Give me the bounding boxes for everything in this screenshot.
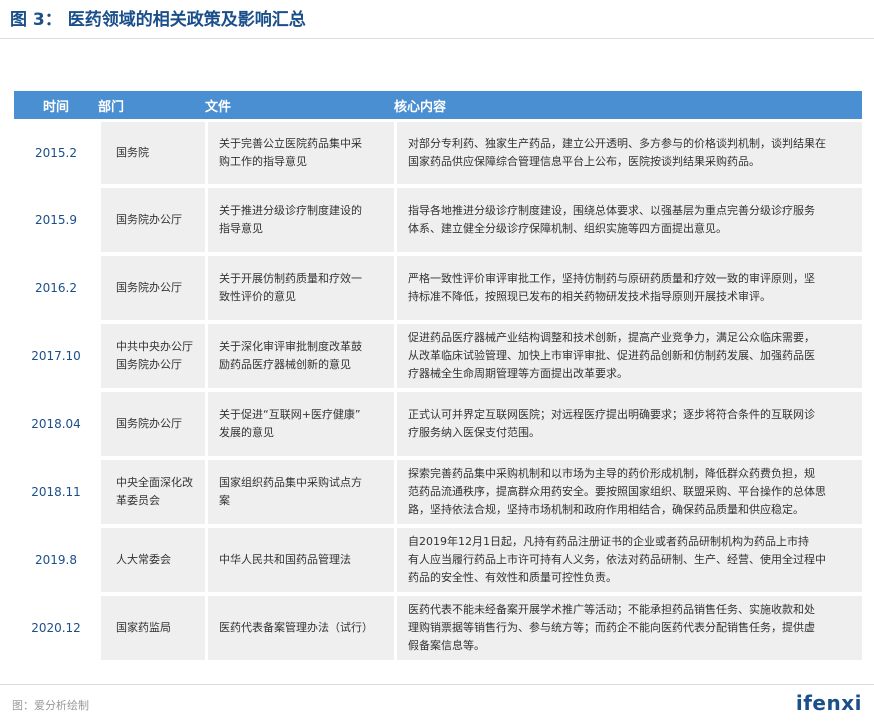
- cell-dept: 国务院办公厅: [101, 392, 205, 456]
- cell-doc-text: 关于开展仿制药质量和疗效一 致性评价的意见: [219, 272, 362, 303]
- source-note: 图：爱分析绘制: [12, 699, 89, 712]
- table-row: 2018.11 中央全面深化改 革委员会 国家组织药品集中采购试点方 案 探索完善药品…: [14, 460, 862, 524]
- header-time: 时间: [42, 99, 69, 115]
- cell-doc: 关于完善公立医院药品集中采 购工作的指导意见: [208, 122, 394, 184]
- figure-title-text: 医药领域的相关政策及影响汇总: [67, 10, 306, 30]
- cell-time-text: 2017.10: [31, 349, 81, 363]
- cell-core: 指导各地推进分级诊疗制度建设，围绕总体要求、以强基层为重点完善分级诊疗服务 体系…: [397, 188, 862, 252]
- cell-core-text: 自2019年12月1日起，凡持有药品注册证书的企业或者药品研制机构为药品上市持 …: [408, 535, 826, 584]
- footer-divider: [0, 684, 874, 685]
- cell-doc: 中华人民共和国药品管理法: [208, 528, 394, 592]
- cell-core-text: 探索完善药品集中采购机制和以市场为主导的药价形成机制，降低群众药费负担，规 范药…: [408, 467, 826, 516]
- cell-core-text: 严格一致性评价审评审批工作，坚持仿制药与原研药质量和疗效一致的审评原则，坚 持标…: [408, 272, 815, 303]
- cell-doc: 国家组织药品集中采购试点方 案: [208, 460, 394, 524]
- cell-doc-text: 中华人民共和国药品管理法: [219, 553, 351, 566]
- cell-time-text: 2018.11: [31, 485, 81, 499]
- policy-table: 时间 部门 文件 核心内容 2015.2 国务院 关于完善公立医院药品集中采 购工作…: [14, 91, 862, 664]
- cell-time: 2015.2: [14, 122, 98, 184]
- cell-dept: 国务院: [101, 122, 205, 184]
- figure-label: 图 3：: [10, 10, 62, 30]
- cell-time: 2017.10: [14, 324, 98, 388]
- cell-dept-text: 国务院办公厅: [116, 281, 182, 294]
- cell-doc-text: 关于完善公立医院药品集中采 购工作的指导意见: [219, 137, 362, 168]
- cell-core: 自2019年12月1日起，凡持有药品注册证书的企业或者药品研制机构为药品上市持 …: [397, 528, 862, 592]
- cell-core: 正式认可并界定互联网医院；对远程医疗提出明确要求；逐步将符合条件的互联网诊 疗服…: [397, 392, 862, 456]
- header-core: 核心内容: [394, 99, 447, 115]
- cell-core-text: 促进药品医疗器械产业结构调整和技术创新，提高产业竞争力，满足公众临床需要， 从改…: [408, 331, 815, 380]
- cell-core: 促进药品医疗器械产业结构调整和技术创新，提高产业竞争力，满足公众临床需要， 从改…: [397, 324, 862, 388]
- cell-doc-text: 关于推进分级诊疗制度建设的 指导意见: [219, 204, 362, 235]
- cell-time: 2020.12: [14, 596, 98, 660]
- cell-dept-text: 国务院办公厅: [116, 417, 182, 430]
- cell-doc: 关于促进“互联网+医疗健康” 发展的意见: [208, 392, 394, 456]
- cell-dept: 中共中央办公厅 国务院办公厅: [101, 324, 205, 388]
- table-row: 2019.8 人大常委会 中华人民共和国药品管理法 自2019年12月1日起，凡持有药…: [14, 528, 862, 592]
- cell-core: 对部分专利药、独家生产药品，建立公开透明、多方参与的价格谈判机制，谈判结果在 国…: [397, 122, 862, 184]
- cell-doc-text: 关于促进“互联网+医疗健康” 发展的意见: [219, 408, 361, 439]
- cell-time-text: 2015.9: [35, 213, 77, 227]
- table-body: 2015.2 国务院 关于完善公立医院药品集中采 购工作的指导意见 对部分专利药、独家…: [14, 122, 862, 660]
- cell-doc: 医药代表备案管理办法（试行）: [208, 596, 394, 660]
- cell-dept: 中央全面深化改 革委员会: [101, 460, 205, 524]
- cell-core: 医药代表不能未经备案开展学术推广等活动；不能承担药品销售任务、实施收款和处 理购…: [397, 596, 862, 660]
- cell-time-text: 2018.04: [31, 417, 81, 431]
- cell-core: 探索完善药品集中采购机制和以市场为主导的药价形成机制，降低群众药费负担，规 范药…: [397, 460, 862, 524]
- brand-logo: ifenxi: [795, 691, 862, 715]
- cell-dept: 人大常委会: [101, 528, 205, 592]
- cell-doc: 关于开展仿制药质量和疗效一 致性评价的意见: [208, 256, 394, 320]
- cell-core-text: 正式认可并界定互联网医院；对远程医疗提出明确要求；逐步将符合条件的互联网诊 疗服…: [408, 408, 815, 439]
- table-row: 2020.12 国家药监局 医药代表备案管理办法（试行） 医药代表不能未经备案开展学术…: [14, 596, 862, 660]
- cell-time-text: 2020.12: [31, 621, 81, 635]
- cell-dept: 国务院办公厅: [101, 256, 205, 320]
- cell-time: 2016.2: [14, 256, 98, 320]
- cell-dept-text: 国务院办公厅: [116, 213, 182, 226]
- cell-core-text: 医药代表不能未经备案开展学术推广等活动；不能承担药品销售任务、实施收款和处 理购…: [408, 603, 815, 652]
- cell-doc-text: 医药代表备案管理办法（试行）: [219, 621, 373, 634]
- cell-time: 2018.04: [14, 392, 98, 456]
- cell-doc: 关于深化审评审批制度改革鼓 励药品医疗器械创新的意见: [208, 324, 394, 388]
- cell-dept-text: 国务院: [116, 146, 149, 159]
- table-row: 2016.2 国务院办公厅 关于开展仿制药质量和疗效一 致性评价的意见 严格一致性评价…: [14, 256, 862, 320]
- table-row: 2015.2 国务院 关于完善公立医院药品集中采 购工作的指导意见 对部分专利药、独家…: [14, 122, 862, 184]
- header-dept: 部门: [98, 99, 125, 115]
- cell-doc-text: 国家组织药品集中采购试点方 案: [219, 476, 362, 507]
- cell-time: 2019.8: [14, 528, 98, 592]
- cell-core: 严格一致性评价审评审批工作，坚持仿制药与原研药质量和疗效一致的审评原则，坚 持标…: [397, 256, 862, 320]
- cell-dept-text: 中共中央办公厅 国务院办公厅: [116, 340, 193, 371]
- cell-doc-text: 关于深化审评审批制度改革鼓 励药品医疗器械创新的意见: [219, 340, 362, 371]
- cell-time-text: 2016.2: [35, 281, 77, 295]
- cell-time-text: 2019.8: [35, 553, 77, 567]
- table-row: 2015.9 国务院办公厅 关于推进分级诊疗制度建设的 指导意见 指导各地推进分级诊疗…: [14, 188, 862, 252]
- cell-dept-text: 中央全面深化改 革委员会: [116, 476, 193, 507]
- cell-core-text: 对部分专利药、独家生产药品，建立公开透明、多方参与的价格谈判机制，谈判结果在 国…: [408, 137, 826, 168]
- cell-time: 2018.11: [14, 460, 98, 524]
- cell-dept: 国家药监局: [101, 596, 205, 660]
- figure-title: 图 3： 医药领域的相关政策及影响汇总: [10, 6, 306, 34]
- table-header: 时间 部门 文件 核心内容: [14, 91, 862, 119]
- cell-core-text: 指导各地推进分级诊疗制度建设，围绕总体要求、以强基层为重点完善分级诊疗服务 体系…: [408, 204, 815, 235]
- cell-doc: 关于推进分级诊疗制度建设的 指导意见: [208, 188, 394, 252]
- header-doc: 文件: [205, 99, 232, 115]
- table-row: 2018.04 国务院办公厅 关于促进“互联网+医疗健康” 发展的意见 正式认可并界定…: [14, 392, 862, 456]
- cell-time-text: 2015.2: [35, 146, 77, 160]
- cell-dept-text: 人大常委会: [116, 553, 171, 566]
- cell-dept: 国务院办公厅: [101, 188, 205, 252]
- cell-time: 2015.9: [14, 188, 98, 252]
- title-divider: [0, 38, 874, 39]
- cell-dept-text: 国家药监局: [116, 621, 171, 634]
- table-row: 2017.10 中共中央办公厅 国务院办公厅 关于深化审评审批制度改革鼓 励药品医疗…: [14, 324, 862, 388]
